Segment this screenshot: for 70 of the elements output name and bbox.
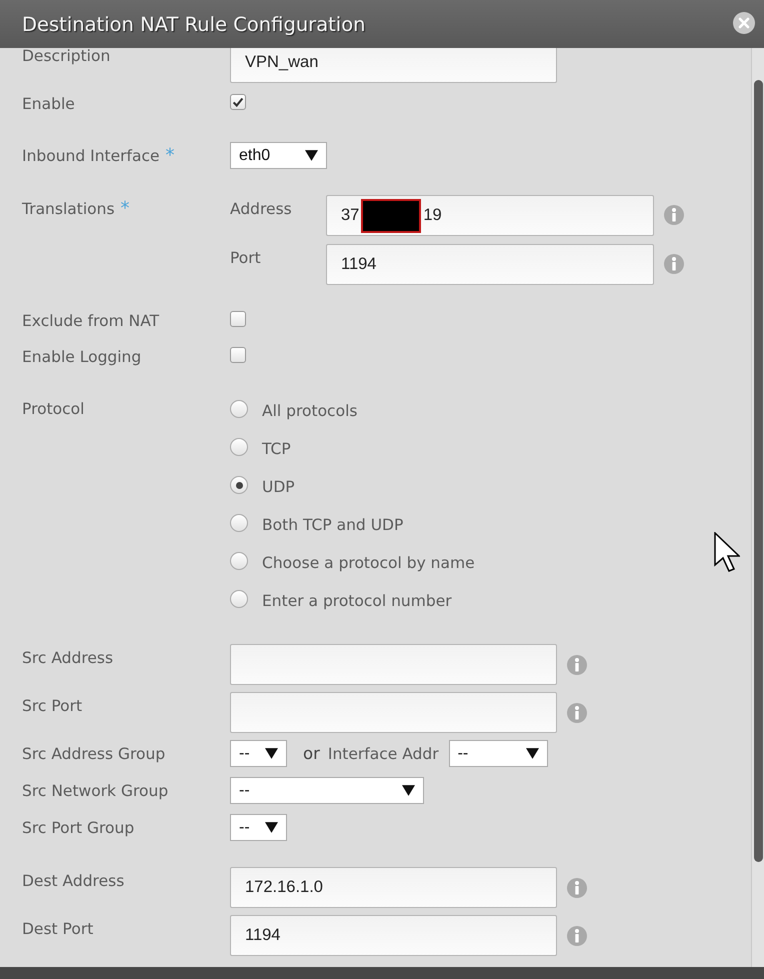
checkbox[interactable]	[230, 347, 246, 363]
option-label: Enter a protocol number	[262, 591, 452, 611]
caret-icon	[305, 150, 318, 161]
window-title: Destination NAT Rule Configuration	[22, 12, 366, 36]
radio-button[interactable]	[230, 514, 248, 532]
required-mark: *	[166, 144, 175, 168]
field-value: 1194	[245, 926, 280, 945]
info-icon[interactable]	[664, 254, 684, 274]
field-value: 19	[423, 206, 442, 225]
text-field[interactable]: VPN_wan	[230, 48, 557, 83]
checkbox[interactable]	[230, 94, 246, 110]
option-label: Both TCP and UDP	[262, 515, 404, 535]
field-value: VPN_wan	[245, 53, 318, 72]
field-value: 1194	[341, 255, 376, 274]
cursor-icon	[714, 532, 740, 572]
info-icon[interactable]	[567, 926, 587, 946]
option-label: TCP	[262, 439, 291, 459]
connector-text: or	[303, 744, 320, 763]
info-icon[interactable]	[567, 654, 587, 674]
caret-icon	[265, 748, 278, 759]
radio-button[interactable]	[230, 552, 248, 570]
field-label: Description	[22, 48, 110, 67]
radio-button[interactable]	[230, 438, 248, 456]
text-field[interactable]: 1194	[230, 915, 557, 956]
option-label: Choose a protocol by name	[262, 553, 475, 573]
caret-icon	[265, 822, 278, 833]
dropdown[interactable]: eth0	[230, 142, 327, 169]
info-icon[interactable]	[664, 205, 684, 225]
field-label: Src Address	[22, 648, 114, 669]
field-label: Enable Logging	[22, 347, 142, 368]
caret-icon	[526, 748, 539, 759]
field-label: Interface Addr	[328, 744, 439, 762]
checkbox[interactable]	[230, 311, 246, 327]
option-label: All protocols	[262, 401, 358, 421]
info-icon[interactable]	[567, 878, 587, 898]
text-field[interactable]	[230, 644, 557, 685]
dropdown[interactable]: --	[230, 740, 287, 767]
field-label: Enable	[22, 94, 75, 115]
field-label: Protocol	[22, 399, 84, 420]
radio-button[interactable]	[230, 400, 248, 418]
close-button[interactable]	[733, 12, 755, 34]
field-label: Port	[230, 248, 262, 269]
field-label: Src Port	[22, 696, 82, 717]
field-label: Src Port Group	[22, 818, 134, 839]
field-label: Address	[230, 199, 293, 220]
field-value: 172.16.1.0	[245, 878, 323, 897]
caret-icon	[402, 785, 415, 796]
dropdown[interactable]: --	[230, 777, 424, 804]
dropdown[interactable]: --	[448, 740, 548, 767]
field-label: Dest Port	[22, 919, 94, 940]
field-label: Exclude from NAT	[22, 311, 160, 332]
field-label: Inbound Interface	[22, 146, 160, 167]
text-field[interactable]: 172.16.1.0	[230, 867, 557, 908]
dropdown[interactable]: --	[230, 814, 287, 841]
text-field[interactable]	[230, 692, 557, 733]
text-field[interactable]: 37 19	[326, 195, 654, 236]
option-label: UDP	[262, 477, 295, 497]
text-field[interactable]: 1194	[326, 244, 654, 285]
field-label: Dest Address	[22, 871, 124, 892]
scrollbar-thumb[interactable]	[754, 80, 763, 862]
field-label: Src Network Group	[22, 781, 168, 802]
scrollbar[interactable]	[751, 48, 764, 967]
close-icon	[733, 12, 755, 34]
radio-button[interactable]	[230, 476, 248, 494]
field-label: Src Address Group	[22, 744, 166, 765]
required-mark: *	[120, 197, 130, 221]
radio-button[interactable]	[230, 590, 248, 608]
info-icon[interactable]	[567, 702, 587, 722]
field-label: Translations	[22, 199, 115, 220]
field-value: 37	[341, 206, 360, 225]
